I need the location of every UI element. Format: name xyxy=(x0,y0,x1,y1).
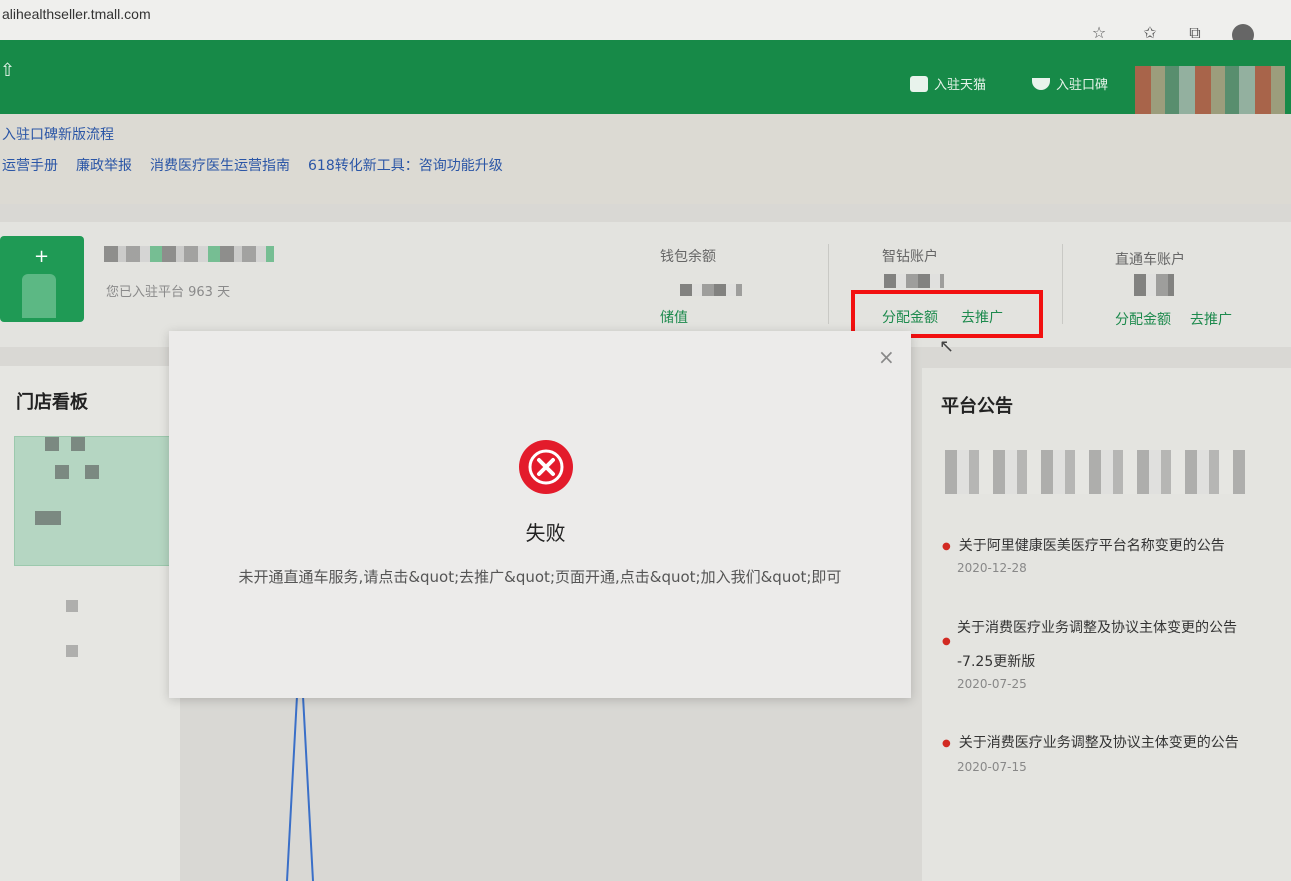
store-name-blurred xyxy=(104,246,274,262)
store-board-title: 门店看板 xyxy=(16,392,88,413)
header-link-label: 入驻口碑 xyxy=(1056,78,1109,93)
blurred-pixel xyxy=(66,600,78,612)
joined-days: 您已入驻平台 963 天 xyxy=(106,285,231,300)
platform-notice-title: 平台公告 xyxy=(941,396,1013,417)
bullet-dot-icon: ● xyxy=(942,636,951,647)
dialog-title: 失败 xyxy=(525,521,566,545)
wallet-balance-blurred xyxy=(680,284,742,296)
notice-blurred xyxy=(945,450,1245,494)
notice-date: 2020-07-15 xyxy=(957,760,1027,774)
quick-link[interactable]: 廉政举报 xyxy=(76,155,132,175)
plus-icon: + xyxy=(34,246,50,267)
notice-date: 2020-12-28 xyxy=(957,561,1027,575)
wallet-title: 钱包余额 xyxy=(660,249,716,265)
error-icon xyxy=(519,440,573,494)
bullet-dot-icon: ● xyxy=(942,737,951,749)
notice-date: 2020-07-25 xyxy=(957,677,1027,691)
ztc-title: 直通车账户 xyxy=(1115,252,1185,268)
ztc-balance-blurred xyxy=(1134,274,1174,296)
mouse-cursor-icon: ↖ xyxy=(939,336,955,357)
header-link-label: 入驻天猫 xyxy=(934,78,987,93)
quick-links: 运营手册 廉政举报 消费医疗医生运营指南 618转化新工具：咨询功能升级 xyxy=(2,155,503,175)
notice-title: 关于消费医疗业务调整及协议主体变更的公告 xyxy=(958,735,1239,751)
quick-link[interactable]: 消费医疗医生运营指南 xyxy=(150,155,290,175)
quick-link[interactable]: 618转化新工具：咨询功能升级 xyxy=(308,155,503,175)
header-link-koubei[interactable]: 入驻口碑 xyxy=(1032,74,1108,93)
zhizuan-title: 智钻账户 xyxy=(882,249,938,265)
notice-item[interactable]: 关于消费医疗业务调整及协议主体变更的公告 xyxy=(957,617,1237,637)
notice-headline-link[interactable]: 入驻口碑新版流程 xyxy=(2,124,114,144)
blurred-pixel xyxy=(66,645,78,657)
dialog-message: 未开通直通车服务,请点击&quot;去推广&quot;页面开通,点击&quot;… xyxy=(238,568,842,586)
quick-link[interactable]: 运营手册 xyxy=(2,155,58,175)
divider xyxy=(828,244,829,324)
close-icon[interactable]: × xyxy=(878,345,895,369)
wallet-topup-link[interactable]: 储值 xyxy=(660,307,688,327)
header-link-tmall[interactable]: 入驻天猫 xyxy=(910,74,986,93)
notice-title-continued[interactable]: -7.25更新版 xyxy=(957,651,1035,671)
error-dialog xyxy=(169,331,911,698)
ztc-promote-link[interactable]: 去推广 xyxy=(1190,309,1232,329)
home-icon[interactable]: ⇧ xyxy=(0,60,15,81)
ztc-allocate-link[interactable]: 分配金额 xyxy=(1115,309,1171,329)
tmall-icon xyxy=(910,75,928,92)
notice-item[interactable]: ● 关于消费医疗业务调整及协议主体变更的公告 xyxy=(942,732,1239,752)
zhizuan-balance-blurred xyxy=(884,274,944,288)
divider xyxy=(1062,244,1063,324)
building-icon xyxy=(22,274,56,318)
koubei-icon xyxy=(1032,77,1050,90)
chart-line xyxy=(286,696,314,881)
store-logo: + xyxy=(0,236,84,322)
address-bar-url[interactable]: alihealthseller.tmall.com xyxy=(2,6,151,22)
store-board-blurred xyxy=(14,436,176,566)
